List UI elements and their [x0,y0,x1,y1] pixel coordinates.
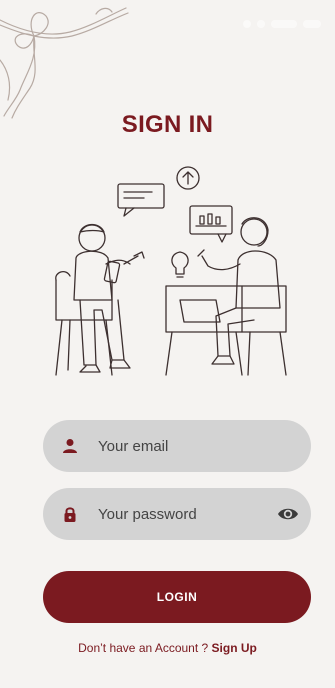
signup-link[interactable]: Sign Up [212,641,257,655]
status-wifi-icon [257,20,265,28]
login-button[interactable]: LOGIN [43,571,311,623]
status-signal-icon [243,20,251,28]
page-title: SIGN IN [121,111,214,138]
conversation-illustration [55,166,287,376]
password-field[interactable] [43,488,311,540]
ribbon-decoration-icon [0,7,129,119]
lock-icon [64,507,76,522]
eye-icon[interactable] [277,504,299,524]
signup-prompt-text: Don’t have an Account ? [78,641,209,655]
signup-prompt-row: Don’t have an Account ? Sign Up [0,641,335,655]
email-field[interactable] [43,420,311,472]
status-time-placeholder [271,20,297,28]
person-icon [63,439,77,453]
email-input[interactable] [98,437,268,455]
password-input[interactable] [98,505,268,523]
status-battery-icon [303,20,321,28]
status-bar [243,20,321,32]
